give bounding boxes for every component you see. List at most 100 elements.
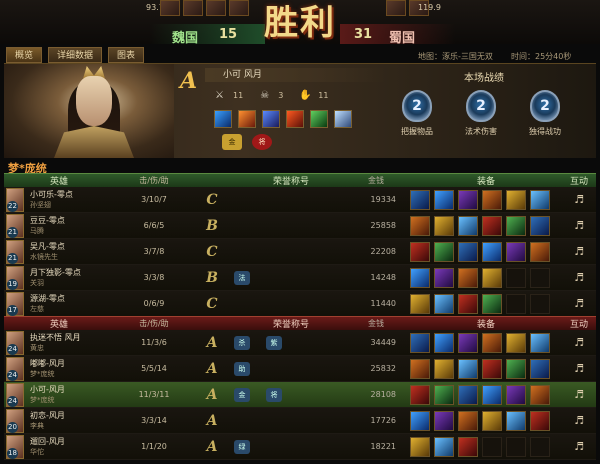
item-slot[interactable] <box>482 358 502 379</box>
gold-title-badge[interactable]: 金 <box>222 134 242 150</box>
hero-cell[interactable]: 21 吴凡-零点 水镜先生 <box>4 239 114 264</box>
table-row[interactable]: 24 嘟嘟-风月 梦*庞统 5/5/14 A 助 25832 ♬ <box>4 356 596 382</box>
item-slot[interactable] <box>434 436 454 457</box>
table-row[interactable]: 24 执迷不悟 风月 黄忠 11/3/6 A 杀紫 34449 ♬ <box>4 330 596 356</box>
item-slot[interactable] <box>506 358 526 379</box>
item-slot[interactable] <box>530 410 550 431</box>
item-slot[interactable] <box>286 110 304 128</box>
title-badge[interactable]: 紫 <box>266 335 282 350</box>
bell-icon[interactable]: ♬ <box>573 414 585 428</box>
item-slot[interactable] <box>506 189 526 210</box>
item-slot[interactable] <box>530 215 550 236</box>
bell-icon[interactable]: ♬ <box>573 271 585 285</box>
item-slot[interactable] <box>434 332 454 353</box>
hero-cell[interactable]: 18 遛回-风月 华佗 <box>4 434 114 459</box>
item-slot[interactable] <box>262 110 280 128</box>
item-slot[interactable] <box>458 436 478 457</box>
medal-item[interactable]: 2 把握物品 <box>392 90 442 137</box>
item-slot[interactable] <box>458 189 478 210</box>
item-slot[interactable] <box>410 189 430 210</box>
item-slot[interactable] <box>458 215 478 236</box>
item-slot[interactable] <box>214 110 232 128</box>
item-slot[interactable] <box>458 332 478 353</box>
item-slot[interactable] <box>434 241 454 262</box>
item-slot[interactable] <box>458 358 478 379</box>
medal-item[interactable]: 2 独得战功 <box>520 90 570 137</box>
item-slot[interactable] <box>482 215 502 236</box>
table-row[interactable]: 24 小可-风月 梦*庞统 11/3/11 A 金将 28108 ♬ <box>4 382 596 408</box>
bell-icon[interactable]: ♬ <box>573 336 585 350</box>
tab-chart[interactable]: 图表 <box>108 47 145 63</box>
item-slot[interactable] <box>434 293 454 314</box>
tab-overview[interactable]: 概览 <box>6 47 43 63</box>
hero-cell[interactable]: 24 小可-风月 梦*庞统 <box>4 382 114 407</box>
item-slot[interactable] <box>410 215 430 236</box>
table-row[interactable]: 21 豆豆-零点 马腾 6/6/5 B 25858 ♬ <box>4 213 596 239</box>
bell-icon[interactable]: ♬ <box>573 362 585 376</box>
title-badge[interactable]: 金 <box>234 387 250 402</box>
item-slot[interactable] <box>506 215 526 236</box>
item-slot[interactable] <box>530 358 550 379</box>
table-row[interactable]: 19 月下独影-零点 关羽 3/3/8 B 法 14248 ♬ <box>4 265 596 291</box>
item-slot[interactable] <box>482 293 502 314</box>
item-slot[interactable] <box>458 384 478 405</box>
item-slot[interactable] <box>482 241 502 262</box>
item-slot[interactable] <box>310 110 328 128</box>
item-slot[interactable] <box>530 332 550 353</box>
item-slot[interactable] <box>458 241 478 262</box>
item-slot[interactable] <box>410 384 430 405</box>
item-slot[interactable] <box>482 384 502 405</box>
item-slot[interactable] <box>434 267 454 288</box>
bell-icon[interactable]: ♬ <box>573 219 585 233</box>
item-slot[interactable] <box>410 358 430 379</box>
hero-cell[interactable]: 24 执迷不悟 风月 黄忠 <box>4 330 114 355</box>
title-badge[interactable]: 助 <box>234 361 250 376</box>
item-slot[interactable] <box>482 410 502 431</box>
hero-cell[interactable]: 21 豆豆-零点 马腾 <box>4 213 114 238</box>
bell-icon[interactable]: ♬ <box>573 388 585 402</box>
item-slot[interactable] <box>482 189 502 210</box>
item-slot[interactable] <box>530 241 550 262</box>
item-slot[interactable] <box>410 267 430 288</box>
item-slot[interactable] <box>434 358 454 379</box>
item-slot[interactable] <box>530 189 550 210</box>
hero-cell[interactable]: 20 初恋-风月 李典 <box>4 408 114 433</box>
item-slot[interactable] <box>410 332 430 353</box>
item-slot[interactable] <box>506 384 526 405</box>
bell-icon[interactable]: ♬ <box>573 440 585 454</box>
item-slot[interactable] <box>410 436 430 457</box>
item-slot[interactable] <box>530 384 550 405</box>
item-slot[interactable] <box>458 293 478 314</box>
bell-icon[interactable]: ♬ <box>573 193 585 207</box>
table-row[interactable]: 22 小可乐-零点 孙坚翅 3/10/7 C 19334 ♬ <box>4 187 596 213</box>
hero-cell[interactable]: 19 月下独影-零点 关羽 <box>4 265 114 290</box>
item-slot[interactable] <box>506 410 526 431</box>
table-row[interactable]: 18 遛回-风月 华佗 1/1/20 A 绿 18221 ♬ <box>4 434 596 460</box>
item-slot[interactable] <box>434 215 454 236</box>
title-badge[interactable]: 将 <box>266 387 282 402</box>
hero-cell[interactable]: 24 嘟嘟-风月 梦*庞统 <box>4 356 114 381</box>
tab-details[interactable]: 详细数据 <box>48 47 103 63</box>
bell-icon[interactable]: ♬ <box>573 245 585 259</box>
medal-item[interactable]: 2 法术伤害 <box>456 90 506 137</box>
item-slot[interactable] <box>410 241 430 262</box>
table-row[interactable]: 21 吴凡-零点 水镜先生 3/7/8 C 22208 ♬ <box>4 239 596 265</box>
general-title-badge[interactable]: 将 <box>252 134 272 150</box>
item-slot[interactable] <box>506 241 526 262</box>
item-slot[interactable] <box>410 410 430 431</box>
item-slot[interactable] <box>334 110 352 128</box>
item-slot[interactable] <box>434 410 454 431</box>
bell-icon[interactable]: ♬ <box>573 297 585 311</box>
title-badge[interactable]: 法 <box>234 270 250 285</box>
item-slot[interactable] <box>410 293 430 314</box>
item-slot[interactable] <box>482 332 502 353</box>
item-slot[interactable] <box>458 267 478 288</box>
hero-cell[interactable]: 22 小可乐-零点 孙坚翅 <box>4 187 114 212</box>
title-badge[interactable]: 杀 <box>234 335 250 350</box>
item-slot[interactable] <box>482 267 502 288</box>
table-row[interactable]: 17 源湖-零点 左慈 0/6/9 C 11440 ♬ <box>4 291 596 317</box>
item-slot[interactable] <box>434 384 454 405</box>
hero-cell[interactable]: 17 源湖-零点 左慈 <box>4 291 114 316</box>
item-slot[interactable] <box>458 410 478 431</box>
item-slot[interactable] <box>506 332 526 353</box>
